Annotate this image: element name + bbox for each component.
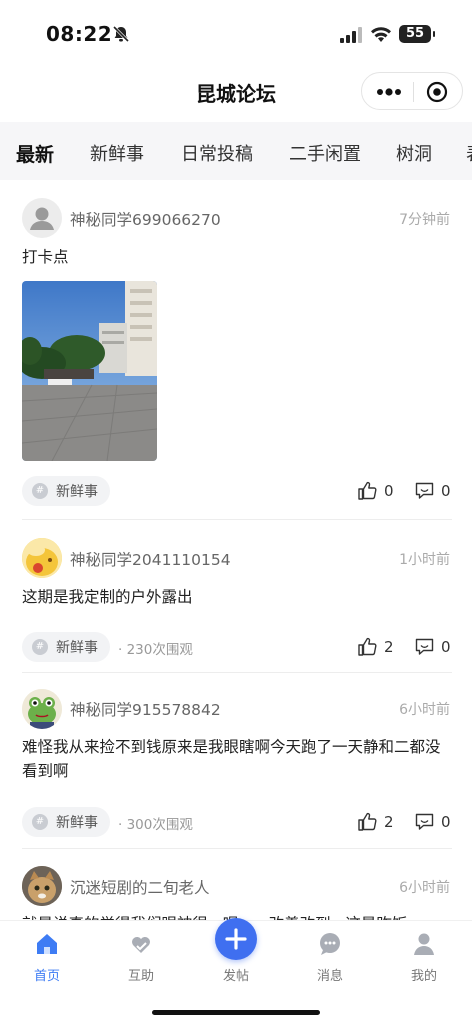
tab-messages[interactable]: 消息 — [300, 931, 360, 984]
tab-mine[interactable]: 我的 — [394, 931, 454, 984]
default-avatar-icon[interactable] — [22, 198, 62, 238]
topic-tag[interactable]: # 新鲜事 — [22, 807, 110, 837]
close-miniprogram-icon[interactable] — [426, 81, 448, 103]
tab-home[interactable]: 首页 — [17, 931, 77, 984]
post-username[interactable]: 沉迷短剧的二旬老人 — [70, 876, 210, 898]
tab-tree-hole[interactable]: 树洞 — [396, 140, 432, 166]
view-count: · 230次围观 — [118, 642, 193, 658]
avatar[interactable] — [22, 689, 62, 729]
miniprogram-capsule — [361, 72, 463, 110]
comment-button[interactable]: 0 — [414, 811, 451, 832]
home-icon — [37, 934, 57, 954]
like-button[interactable]: 0 — [357, 480, 394, 501]
topic-tag[interactable]: # 新鲜事 — [22, 476, 110, 506]
topic-tag-label: 新鲜事 — [56, 640, 98, 656]
hash-icon: # — [32, 483, 48, 499]
comment-icon — [415, 638, 434, 655]
post-time: 1小时前 — [399, 552, 450, 568]
thumbs-up-icon — [358, 481, 377, 500]
nav-bar: 昆城论坛 — [0, 64, 472, 120]
like-count: 2 — [384, 637, 394, 656]
tab-mine-label: 我的 — [410, 969, 437, 984]
tab-more[interactable]: 表 — [466, 140, 472, 166]
post-username[interactable]: 神秘同学2041110154 — [70, 548, 231, 570]
capsule-divider — [413, 82, 414, 102]
comment-icon — [415, 813, 434, 830]
like-count: 2 — [384, 812, 394, 831]
new-post-button[interactable] — [215, 918, 257, 960]
plus-icon — [225, 928, 247, 950]
heart-hand-icon — [132, 937, 150, 953]
wifi-icon — [371, 27, 391, 42]
status-time: 08:22 — [46, 22, 113, 46]
like-count: 0 — [384, 481, 394, 500]
user-icon — [414, 933, 434, 955]
comment-count: 0 — [441, 481, 451, 500]
like-button[interactable]: 2 — [357, 811, 394, 832]
tab-messages-label: 消息 — [316, 969, 343, 984]
post-username[interactable]: 神秘同学915578842 — [70, 698, 221, 720]
comment-count: 0 — [441, 812, 451, 831]
post-username[interactable]: 神秘同学699066270 — [70, 208, 221, 230]
post-card[interactable]: 神秘同学915578842 6小时前 难怪我从来捡不到钱原来是我眼瞎啊今天跑了一… — [0, 673, 472, 848]
thumbs-up-icon — [358, 812, 377, 831]
view-count: · 300次围观 — [118, 817, 193, 833]
comment-button[interactable]: 0 — [414, 636, 451, 657]
tab-daily-submission[interactable]: 日常投稿 — [181, 140, 253, 166]
signal-icon — [340, 27, 362, 43]
post-time: 6小时前 — [399, 702, 450, 718]
thumbs-up-icon — [358, 637, 377, 656]
topic-tag[interactable]: # 新鲜事 — [22, 632, 110, 662]
hash-icon: # — [32, 639, 48, 655]
post-content: 难怪我从来捡不到钱原来是我眼瞎啊今天跑了一天静和二都没看到啊 — [22, 738, 441, 780]
post-content: 这期是我定制的户外露出 — [22, 588, 193, 606]
tab-home-label: 首页 — [33, 969, 60, 984]
tab-latest[interactable]: 最新 — [16, 140, 54, 167]
like-button[interactable]: 2 — [357, 636, 394, 657]
avatar[interactable] — [22, 538, 62, 578]
avatar[interactable] — [22, 866, 62, 906]
post-card[interactable]: 神秘同学699066270 7分钟前 打卡点 # 新鲜事 0 0 — [0, 180, 472, 518]
tab-second-hand[interactable]: 二手闲置 — [289, 140, 361, 166]
post-card[interactable]: 神秘同学2041110154 1小时前 这期是我定制的户外露出 # 新鲜事 · … — [0, 520, 472, 670]
post-image[interactable] — [22, 281, 157, 461]
home-indicator — [152, 1010, 320, 1015]
tab-news[interactable]: 新鲜事 — [90, 140, 144, 166]
status-bar: 08:22 55 — [0, 0, 472, 64]
hash-icon: # — [32, 814, 48, 830]
category-tabs: 最新 新鲜事 日常投稿 二手闲置 树洞 表 — [0, 122, 472, 180]
topic-tag-label: 新鲜事 — [56, 484, 98, 500]
new-post-label: 发帖 — [222, 969, 249, 984]
post-feed[interactable]: 神秘同学699066270 7分钟前 打卡点 # 新鲜事 0 0 神秘同学204… — [0, 180, 472, 920]
post-time: 6小时前 — [399, 880, 450, 896]
post-content: 打卡点 — [22, 248, 69, 266]
tab-help-label: 互助 — [127, 969, 154, 984]
comment-count: 0 — [441, 637, 451, 656]
comment-button[interactable]: 0 — [414, 480, 451, 501]
more-icon[interactable] — [374, 82, 404, 102]
tab-help[interactable]: 互助 — [111, 931, 171, 984]
post-time: 7分钟前 — [399, 212, 450, 228]
comment-icon — [415, 482, 434, 499]
post-card[interactable]: 沉迷短剧的二旬老人 6小时前 就是说真的觉得我们眼神很...呢，...改善改到.… — [0, 849, 472, 920]
battery-icon: 55 — [399, 25, 435, 43]
bottom-tab-bar: 首页 互助 发帖 消息 我的 — [0, 918, 472, 1024]
bell-muted-icon — [112, 25, 130, 43]
topic-tag-label: 新鲜事 — [56, 815, 98, 831]
message-icon — [320, 933, 340, 955]
